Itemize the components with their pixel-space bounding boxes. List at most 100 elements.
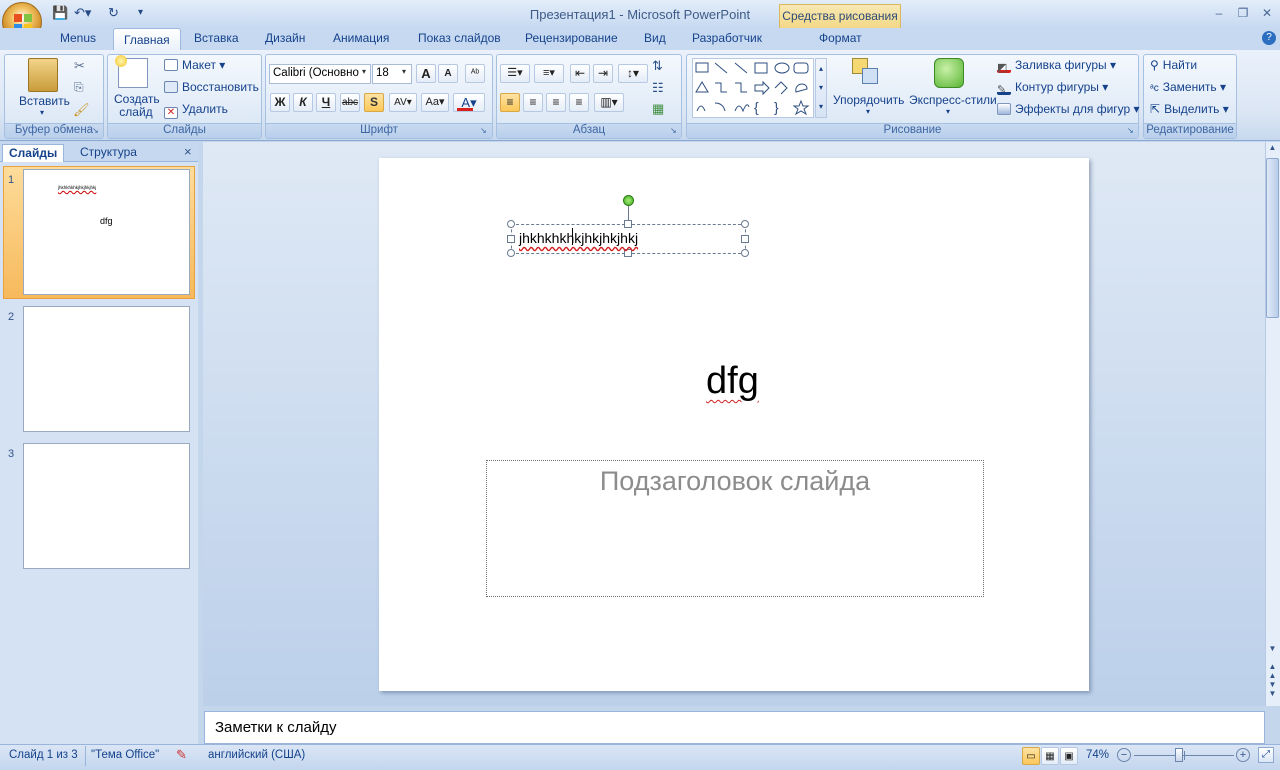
strikethrough-button[interactable]: abc — [340, 93, 360, 112]
tab-outline-pane[interactable]: Структура — [74, 144, 143, 162]
zoom-slider-thumb[interactable] — [1175, 748, 1183, 762]
quick-styles-dropdown-icon[interactable]: ▾ — [946, 107, 950, 116]
paragraph-launcher-icon[interactable]: ↘ — [670, 126, 677, 135]
slide-thumbnail-2[interactable] — [23, 306, 190, 432]
text-direction-icon[interactable]: ⇅ — [652, 58, 663, 74]
line-spacing-icon[interactable]: ↕▾ — [618, 64, 648, 83]
resize-handle-n[interactable] — [624, 220, 632, 228]
arrange-button[interactable]: Упорядочить — [833, 93, 904, 107]
font-name-dropdown-icon[interactable]: ▾ — [362, 67, 366, 76]
slide-title[interactable]: dfg — [706, 360, 759, 403]
scroll-thumb[interactable] — [1266, 158, 1279, 318]
resize-handle-sw[interactable] — [507, 249, 515, 257]
increase-indent-icon[interactable]: ⇥ — [593, 64, 613, 83]
decrease-indent-icon[interactable]: ⇤ — [570, 64, 590, 83]
shape-outline-button[interactable]: ✎ Контур фигуры ▾ — [997, 80, 1108, 96]
replace-button[interactable]: ᵃc Заменить ▾ — [1150, 80, 1226, 94]
arrange-dropdown-icon[interactable]: ▾ — [866, 107, 870, 116]
delete-slide-button[interactable]: ✕ Удалить — [164, 102, 228, 119]
change-case-button[interactable]: Aa▾ — [421, 93, 449, 112]
normal-view-icon[interactable]: ▭ — [1022, 747, 1040, 765]
shape-fill-button[interactable]: ◩ Заливка фигуры ▾ — [997, 58, 1116, 74]
pane-close-icon[interactable]: × — [184, 144, 192, 159]
tab-view[interactable]: Вид — [640, 31, 670, 50]
rotation-handle[interactable] — [623, 195, 634, 206]
scroll-up-icon[interactable]: ▲ — [1266, 143, 1279, 157]
drawing-launcher-icon[interactable]: ↘ — [1127, 126, 1134, 135]
cut-icon[interactable]: ✂ — [74, 58, 85, 74]
language-indicator[interactable]: английский (США) — [208, 749, 305, 761]
help-icon[interactable]: ? — [1262, 31, 1276, 45]
grow-font-button[interactable]: A — [416, 64, 436, 83]
slide-thumbnail-3[interactable] — [23, 443, 190, 569]
resize-handle-ne[interactable] — [741, 220, 749, 228]
tab-animation[interactable]: Анимация — [329, 31, 393, 50]
font-launcher-icon[interactable]: ↘ — [480, 126, 487, 135]
tab-format[interactable]: Формат — [815, 31, 866, 50]
numbering-icon[interactable]: ≡▾ — [534, 64, 564, 83]
scroll-down-icon[interactable]: ▼ — [1266, 644, 1279, 653]
bold-button[interactable]: Ж — [270, 93, 290, 112]
shape-effects-button[interactable]: Эффекты для фигур ▾ — [997, 102, 1140, 116]
character-spacing-button[interactable]: AV▾ — [389, 93, 417, 112]
arrange-icon[interactable] — [852, 58, 882, 90]
clear-formatting-icon[interactable]: ᴬᵇ — [465, 64, 485, 83]
resize-handle-nw[interactable] — [507, 220, 515, 228]
fit-to-window-icon[interactable]: ⤢ — [1258, 747, 1274, 763]
prev-slide-icon[interactable]: ▲ ▲ — [1266, 662, 1279, 680]
align-right-icon[interactable]: ≡ — [546, 93, 566, 112]
tab-slides-pane[interactable]: Слайды — [2, 144, 65, 162]
tab-slideshow[interactable]: Показ слайдов — [414, 31, 505, 50]
shapes-gallery-scroll[interactable]: ▴ ▾ ▾ — [815, 58, 827, 118]
tab-menus[interactable]: Menus — [56, 31, 100, 50]
quick-styles-button[interactable]: Экспресс-стили — [909, 93, 997, 107]
justify-icon[interactable]: ≡ — [569, 93, 589, 112]
tab-insert[interactable]: Вставка — [190, 31, 243, 50]
notes-pane[interactable]: Заметки к слайду — [204, 711, 1265, 744]
restore-button[interactable]: ❐ — [1234, 6, 1252, 20]
shapes-gallery[interactable]: {} — [692, 58, 814, 118]
minimize-button[interactable]: – — [1210, 6, 1228, 20]
font-size-dropdown-icon[interactable]: ▾ — [402, 67, 406, 76]
italic-button[interactable]: К — [293, 93, 313, 112]
font-color-button[interactable]: A▾ — [453, 93, 485, 112]
bullets-icon[interactable]: ☰▾ — [500, 64, 530, 83]
format-painter-icon[interactable]: 🖌 — [73, 102, 90, 118]
underline-button[interactable]: Ч — [316, 93, 336, 112]
slideshow-view-icon[interactable]: ▣ — [1060, 747, 1078, 765]
clipboard-launcher-icon[interactable]: ↘ — [92, 126, 99, 135]
resize-handle-w[interactable] — [507, 235, 515, 243]
paste-dropdown-icon[interactable]: ▾ — [40, 108, 44, 117]
paste-icon[interactable] — [28, 58, 58, 92]
tab-home[interactable]: Главная — [113, 28, 181, 51]
slide-sorter-icon[interactable]: ▦ — [1041, 747, 1059, 765]
text-shadow-button[interactable]: S — [364, 93, 384, 112]
close-button[interactable]: ✕ — [1258, 6, 1276, 20]
paste-button[interactable]: Вставить — [19, 94, 70, 108]
new-slide-button[interactable]: Создать слайд — [114, 93, 160, 119]
tab-developer[interactable]: Разработчик — [688, 31, 766, 50]
resize-handle-se[interactable] — [741, 249, 749, 257]
next-slide-icon[interactable]: ▼ ▼ — [1266, 680, 1279, 698]
find-button[interactable]: ⚲ Найти — [1150, 58, 1197, 72]
tab-design[interactable]: Дизайн — [261, 31, 309, 50]
align-center-icon[interactable]: ≡ — [523, 93, 543, 112]
smartart-icon[interactable]: ▦ — [652, 101, 664, 117]
slide-thumbnail-1[interactable]: jhkhkhkhkjhkjhkjhkj dfg — [23, 169, 190, 295]
shrink-font-button[interactable]: A — [438, 64, 458, 83]
layout-button[interactable]: Макет ▾ — [164, 58, 225, 72]
new-slide-icon[interactable] — [115, 55, 148, 88]
select-button[interactable]: ⇱ Выделить ▾ — [1150, 102, 1229, 116]
zoom-level[interactable]: 74% — [1086, 749, 1109, 761]
spellcheck-icon[interactable]: ✎ — [176, 747, 187, 763]
reset-button[interactable]: Восстановить — [164, 80, 259, 94]
align-left-icon[interactable]: ≡ — [500, 93, 520, 112]
resize-handle-e[interactable] — [741, 235, 749, 243]
copy-icon[interactable]: ⎘ — [74, 80, 84, 95]
font-name-combo[interactable]: Calibri (Основно — [269, 64, 371, 84]
columns-icon[interactable]: ▥▾ — [594, 93, 624, 112]
quick-styles-icon[interactable] — [934, 58, 964, 88]
resize-handle-s[interactable] — [624, 249, 632, 257]
align-text-icon[interactable]: ☷ — [652, 80, 664, 96]
zoom-out-icon[interactable]: − — [1117, 748, 1131, 762]
